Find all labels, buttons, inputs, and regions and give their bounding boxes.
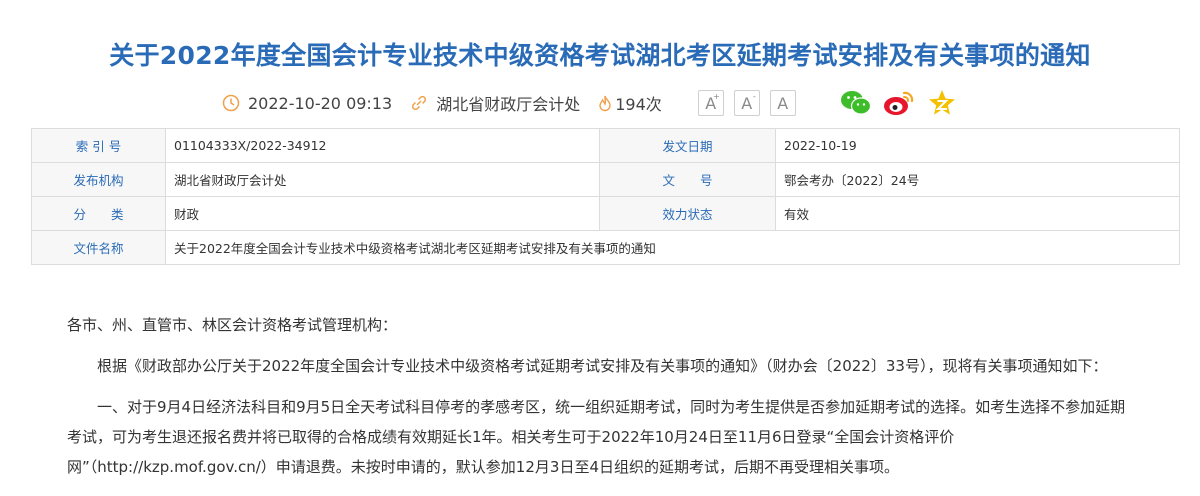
category-label: 分 类: [31, 196, 166, 231]
issue-date-value: 2022-10-19: [775, 128, 1180, 163]
article-meta: 2022-10-20 09:13 湖北省财政厅会计处 194次 A + A- A: [222, 88, 969, 118]
view-count: 194次: [598, 91, 662, 115]
validity-label: 效力状态: [599, 196, 776, 231]
publisher-label: 发布机构: [31, 162, 166, 197]
table-row: 发布机构 湖北省财政厅会计处 文 号 鄂会考办〔2022〕24号: [31, 162, 1180, 197]
weibo-icon[interactable]: [883, 88, 915, 118]
paragraph-intro: 根据《财政部办公厅关于2022年度全国会计专业技术中级资格考试延期考试安排及有关…: [97, 357, 1108, 375]
page-title: 关于2022年度全国会计专业技术中级资格考试湖北考区延期考试安排及有关事项的通知: [109, 41, 1091, 70]
article-source: 湖北省财政厅会计处: [410, 91, 580, 115]
salutation: 各市、州、直管市、林区会计资格考试管理机构：: [67, 316, 398, 334]
index-number-label: 索 引 号: [31, 128, 166, 163]
font-reset-label: A: [777, 93, 789, 113]
font-small-label: A: [741, 93, 753, 113]
minus-icon: -: [752, 92, 756, 101]
font-size-reset-button[interactable]: A: [769, 90, 796, 116]
share-bar: [840, 88, 969, 118]
publisher-value: 湖北省财政厅会计处: [165, 162, 600, 197]
plus-icon: +: [713, 92, 720, 101]
article-body: 各市、州、直管市、林区会计资格考试管理机构： 根据《财政部办公厅关于2022年度…: [67, 310, 1137, 493]
flame-icon: [598, 94, 612, 112]
document-info-table: 索 引 号 01104333X/2022-34912 发文日期 2022-10-…: [31, 128, 1180, 265]
doc-number-label: 文 号: [599, 162, 776, 197]
file-name-label: 文件名称: [31, 230, 166, 265]
issue-date-label: 发文日期: [599, 128, 776, 163]
link-icon: [410, 94, 428, 112]
paragraph-item-1: 一、对于9月4日经济法科目和9月5日全天考试科目停考的孝感考区，统一组织延期考试…: [67, 398, 1126, 476]
table-row: 索 引 号 01104333X/2022-34912 发文日期 2022-10-…: [31, 128, 1180, 163]
table-row: 文件名称 关于2022年度全国会计专业技术中级资格考试湖北考区延期考试安排及有关…: [31, 230, 1180, 265]
file-name-value: 关于2022年度全国会计专业技术中级资格考试湖北考区延期考试安排及有关事项的通知: [165, 230, 1180, 265]
table-row: 分 类 财政 效力状态 有效: [31, 196, 1180, 231]
index-number-value: 01104333X/2022-34912: [165, 128, 600, 163]
font-size-increase-button[interactable]: A +: [697, 90, 724, 116]
publish-datetime: 2022-10-20 09:13: [248, 93, 393, 113]
doc-number-value: 鄂会考办〔2022〕24号: [775, 162, 1180, 197]
wechat-icon[interactable]: [840, 88, 872, 118]
publish-time: 2022-10-20 09:13: [222, 94, 392, 113]
view-count-value: 194次: [615, 95, 662, 114]
source-name: 湖北省财政厅会计处: [436, 95, 581, 114]
clock-icon: [222, 94, 240, 112]
category-value: 财政: [165, 196, 600, 231]
qzone-icon[interactable]: [926, 88, 958, 118]
font-size-decrease-button[interactable]: A-: [733, 90, 760, 116]
validity-value: 有效: [775, 196, 1180, 231]
